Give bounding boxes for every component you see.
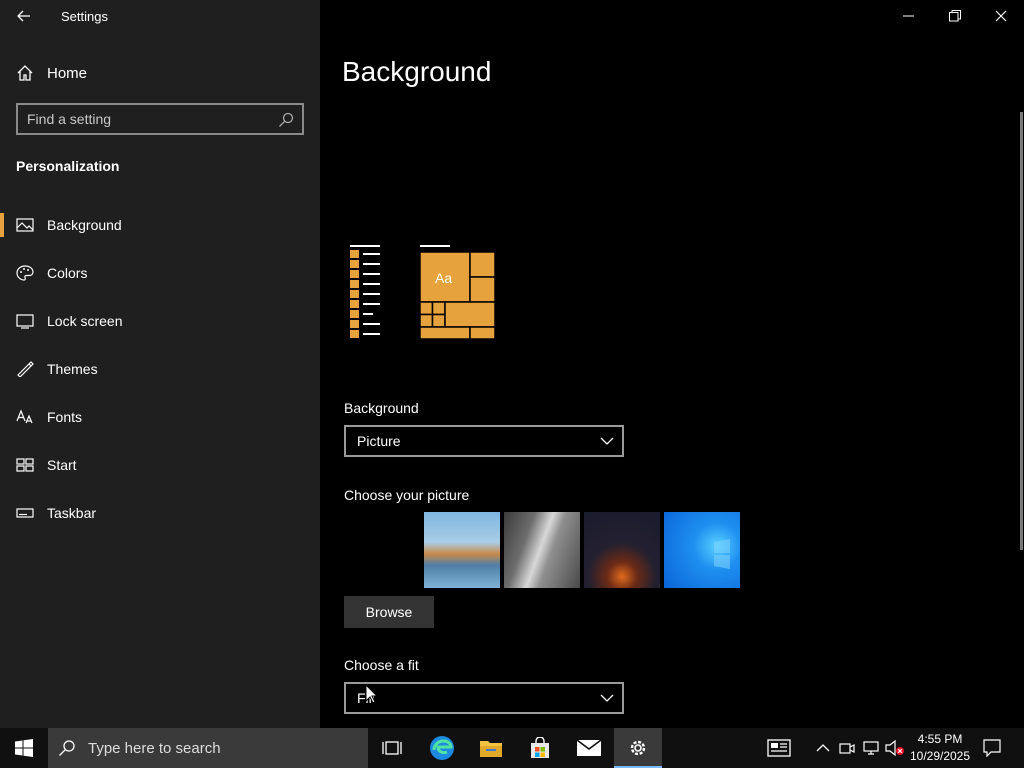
edge-browser-icon [430, 736, 454, 760]
sidebar-item-label: Lock screen [47, 313, 123, 329]
taskbar-search-box[interactable]: Type here to search [48, 728, 368, 768]
sidebar-item-start[interactable]: Start [0, 443, 320, 487]
picture-thumbnail-night-sky[interactable] [584, 512, 660, 588]
background-label: Background [344, 400, 419, 416]
chevron-down-icon [600, 437, 614, 445]
taskbar-search-placeholder: Type here to search [88, 740, 221, 757]
sidebar-item-label: Taskbar [47, 505, 97, 521]
show-hidden-icons-button[interactable] [813, 738, 833, 758]
close-button[interactable] [978, 0, 1024, 32]
store-bag-icon [531, 737, 549, 758]
search-icon [59, 740, 75, 756]
sidebar-item-label: Fonts [47, 409, 83, 425]
windows-logo-icon [714, 539, 730, 569]
taskbar: Type here to search 4:55 PM 10/29/2025 [0, 728, 1024, 768]
sidebar: Settings Home Personalization Background… [0, 0, 320, 728]
find-setting-box[interactable] [16, 103, 304, 135]
scrollbar[interactable] [1020, 112, 1023, 550]
fit-dropdown[interactable]: Fill [344, 682, 624, 714]
chevron-down-icon [600, 694, 614, 702]
home-icon [17, 65, 33, 81]
sidebar-item-background[interactable]: Background [0, 203, 320, 247]
start-icon [16, 458, 34, 472]
start-button[interactable] [0, 728, 48, 768]
taskbar-clock[interactable]: 4:55 PM 10/29/2025 [908, 731, 972, 765]
picture-icon [16, 218, 34, 232]
picture-thumbnail-windows[interactable] [664, 512, 740, 588]
settings-taskbar-button[interactable] [614, 728, 662, 768]
restore-icon [949, 10, 961, 22]
mail-icon [576, 739, 602, 756]
action-center-button[interactable] [980, 736, 1004, 760]
volume-muted-icon [885, 740, 904, 756]
sidebar-item-label: Background [47, 217, 122, 233]
edge-button[interactable] [418, 728, 466, 768]
lock-screen-icon [16, 314, 34, 329]
back-button[interactable] [8, 4, 40, 28]
palette-icon [16, 265, 34, 281]
page-title: Background [342, 56, 492, 87]
file-explorer-button[interactable] [467, 728, 515, 768]
section-title: Personalization [16, 158, 120, 174]
camera-icon [839, 743, 855, 754]
task-view-button[interactable] [368, 728, 416, 768]
browse-button[interactable]: Browse [344, 596, 434, 628]
picture-thumbnail-beach[interactable] [424, 512, 500, 588]
mouse-cursor-icon [365, 684, 377, 704]
back-arrow-icon [17, 10, 30, 22]
sidebar-item-colors[interactable]: Colors [0, 251, 320, 295]
sidebar-item-lock-screen[interactable]: Lock screen [0, 299, 320, 343]
minimize-icon [903, 15, 914, 17]
network-icon [863, 741, 879, 755]
store-button[interactable] [516, 728, 564, 768]
restore-button[interactable] [932, 0, 978, 32]
app-title: Settings [61, 9, 108, 24]
news-icon [767, 739, 791, 757]
sidebar-item-label: Themes [47, 361, 98, 377]
background-dropdown[interactable]: Picture [344, 425, 624, 457]
windows-start-icon [15, 739, 33, 757]
themes-icon [17, 361, 34, 377]
taskbar-icon [16, 508, 34, 518]
fonts-icon [16, 409, 33, 424]
minimize-button[interactable] [886, 0, 932, 32]
clock-time: 4:55 PM [917, 732, 963, 746]
sidebar-item-taskbar[interactable]: Taskbar [0, 491, 320, 535]
find-setting-input[interactable] [18, 105, 268, 133]
sidebar-item-fonts[interactable]: Fonts [0, 395, 320, 439]
task-view-icon [382, 741, 402, 755]
home-label: Home [47, 65, 88, 82]
news-widget-button[interactable] [766, 738, 792, 758]
sidebar-item-themes[interactable]: Themes [0, 347, 320, 391]
sidebar-item-label: Start [47, 457, 77, 473]
search-icon[interactable] [278, 112, 294, 128]
folder-icon [480, 741, 502, 757]
mail-button[interactable] [565, 728, 613, 768]
clock-date: 10/29/2025 [909, 749, 971, 763]
home-link[interactable]: Home [0, 56, 320, 90]
start-menu-preview [350, 245, 496, 340]
network-button[interactable] [861, 738, 881, 758]
volume-button[interactable] [885, 738, 905, 758]
choose-fit-label: Choose a fit [344, 657, 419, 673]
sidebar-item-label: Colors [47, 265, 88, 281]
chevron-up-icon [816, 744, 830, 752]
notification-icon [983, 739, 1001, 757]
close-icon [995, 10, 1007, 22]
picture-thumbnail-waterfall[interactable] [504, 512, 580, 588]
preview-sample-text: Aa [435, 270, 453, 286]
main-content: Background Aa Background Picture Choose … [320, 0, 1024, 728]
picture-thumbnails [424, 512, 740, 588]
meet-now-button[interactable] [837, 738, 857, 758]
desktop-preview: Aa [344, 240, 504, 344]
gear-icon [630, 740, 646, 756]
choose-picture-label: Choose your picture [344, 487, 470, 503]
background-dropdown-value: Picture [357, 433, 401, 449]
